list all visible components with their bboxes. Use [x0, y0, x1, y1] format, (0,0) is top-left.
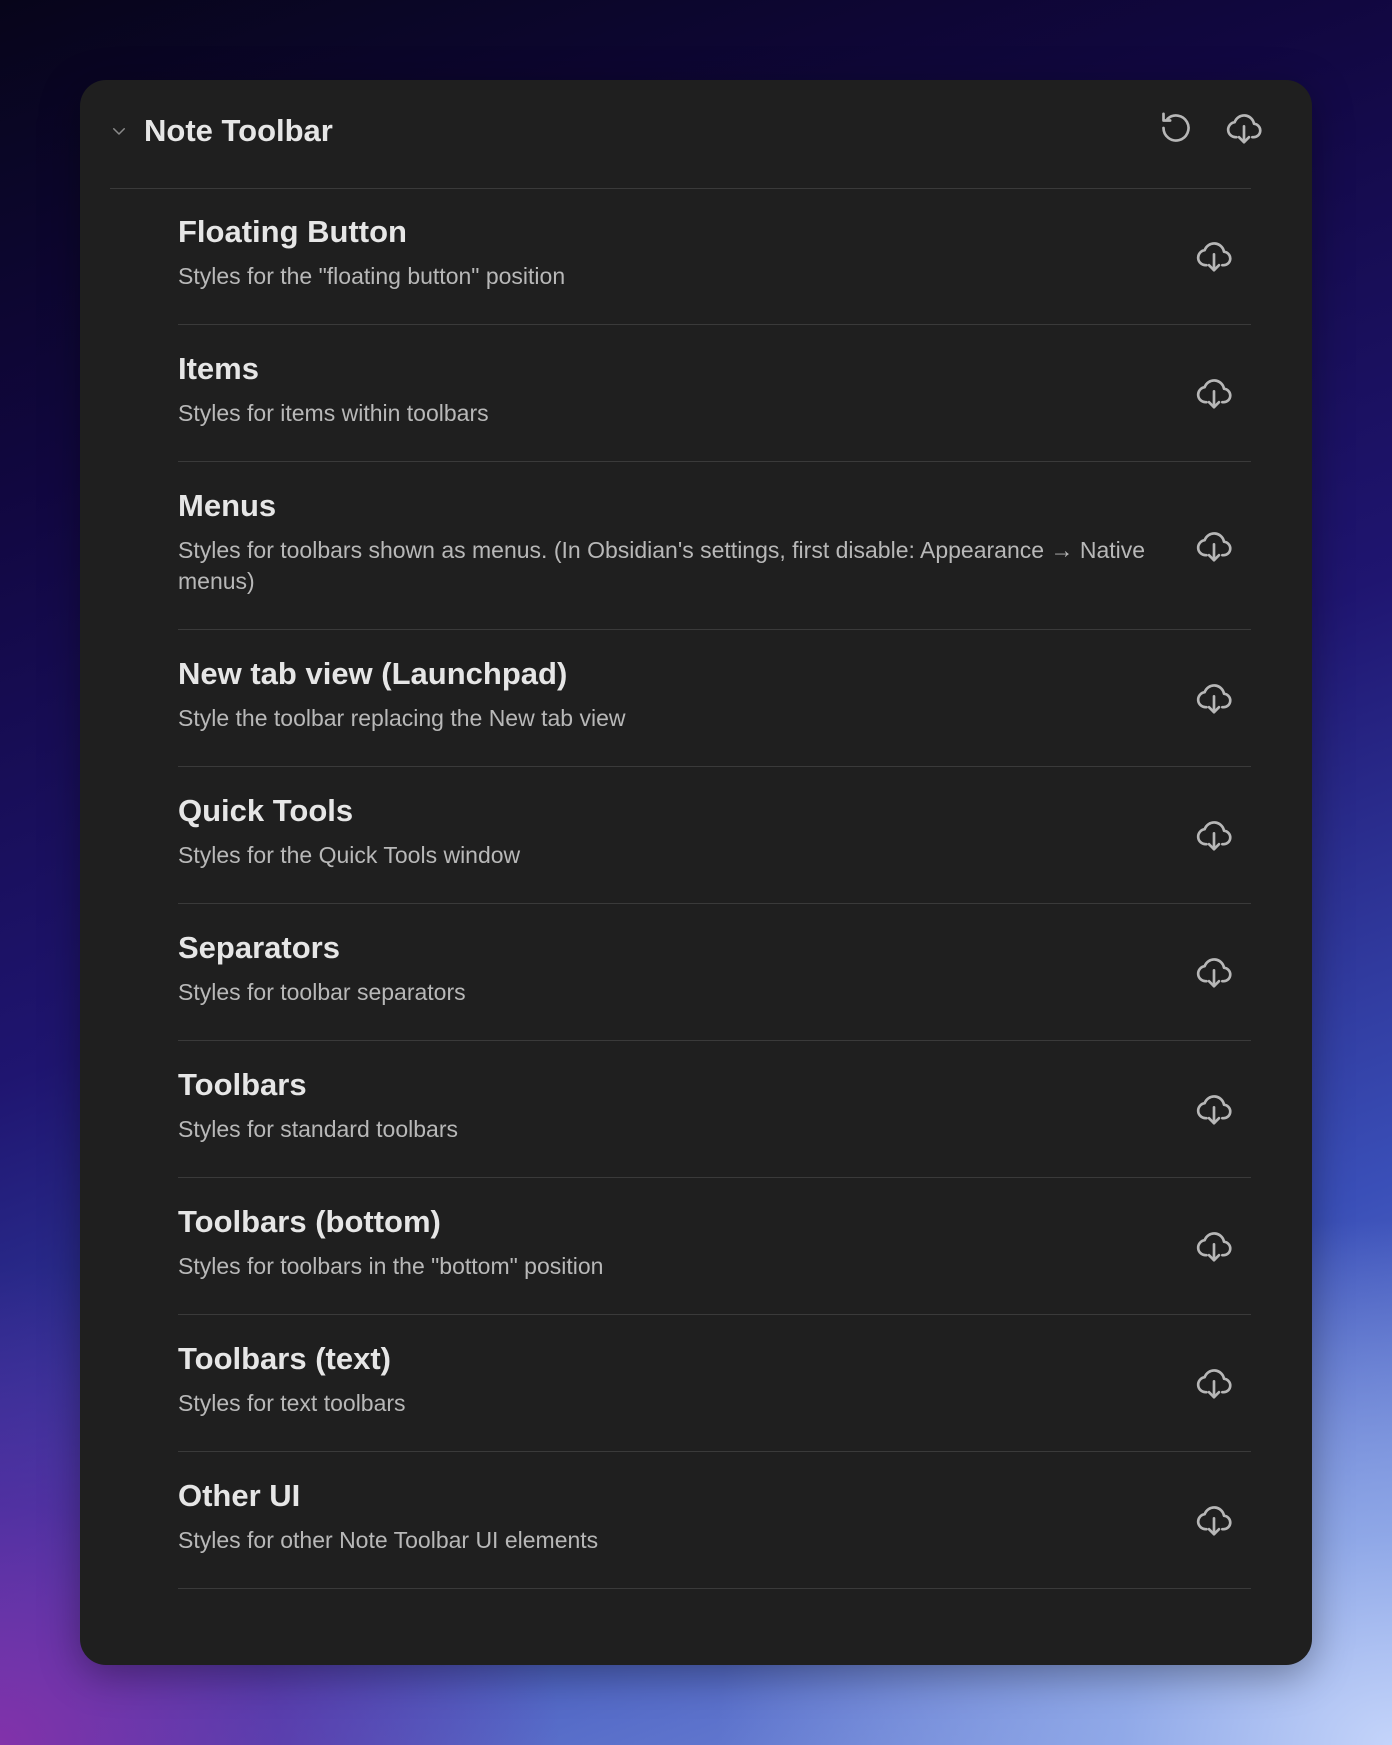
list-item-menus: Menus Styles for toolbars shown as menus…	[178, 462, 1251, 630]
item-title: Menus	[178, 488, 277, 523]
item-description: Styles for toolbars shown as menus. (In …	[178, 537, 1146, 594]
list-item-other-ui: Other UI Styles for other Note Toolbar U…	[178, 1452, 1251, 1589]
cloud-download-icon[interactable]	[1194, 236, 1234, 276]
list-item-toolbars: Toolbars Styles for standard toolbars	[178, 1041, 1251, 1178]
item-description: Styles for items within toolbars	[178, 400, 489, 426]
item-title: Floating Button	[178, 214, 407, 249]
chevron-down-icon[interactable]	[110, 122, 128, 140]
list-item-separators: Separators Styles for toolbar separators	[178, 904, 1251, 1041]
cloud-download-icon[interactable]	[1194, 1363, 1234, 1403]
item-description: Style the toolbar replacing the New tab …	[178, 705, 626, 731]
cloud-download-icon[interactable]	[1194, 952, 1234, 992]
list-item-toolbars-text: Toolbars (text) Styles for text toolbars	[178, 1315, 1251, 1452]
cloud-download-icon[interactable]	[1194, 1226, 1234, 1266]
item-description: Styles for other Note Toolbar UI element…	[178, 1527, 599, 1553]
item-title: Toolbars (bottom)	[178, 1204, 441, 1239]
item-description: Styles for toolbar separators	[178, 979, 466, 1005]
item-description: Styles for the Quick Tools window	[178, 842, 521, 868]
cloud-download-icon[interactable]	[1224, 108, 1264, 148]
list-item-toolbars-bottom: Toolbars (bottom) Styles for toolbars in…	[178, 1178, 1251, 1315]
cloud-download-icon[interactable]	[1194, 1500, 1234, 1540]
list-item-quick-tools: Quick Tools Styles for the Quick Tools w…	[178, 767, 1251, 904]
list-item-new-tab-view: New tab view (Launchpad) Style the toolb…	[178, 630, 1251, 767]
section-title[interactable]: Note Toolbar	[144, 112, 333, 149]
style-list: Floating Button Styles for the "floating…	[178, 188, 1251, 1589]
item-description: Styles for the "floating button" positio…	[178, 263, 566, 289]
item-title: Other UI	[178, 1478, 301, 1513]
item-description: Styles for text toolbars	[178, 1390, 406, 1416]
item-title: Separators	[178, 930, 340, 965]
item-description: Styles for toolbars in the "bottom" posi…	[178, 1253, 604, 1279]
section-header: Note Toolbar	[110, 80, 1262, 189]
item-title: New tab view (Launchpad)	[178, 656, 568, 691]
item-description: Styles for standard toolbars	[178, 1116, 458, 1142]
reset-icon[interactable]	[1156, 108, 1196, 148]
settings-panel: Note Toolbar Floating Button Styles for …	[80, 80, 1312, 1665]
cloud-download-icon[interactable]	[1194, 678, 1234, 718]
cloud-download-icon[interactable]	[1194, 526, 1234, 566]
cloud-download-icon[interactable]	[1194, 815, 1234, 855]
list-item-items: Items Styles for items within toolbars	[178, 325, 1251, 462]
item-title: Toolbars	[178, 1067, 307, 1102]
item-title: Items	[178, 351, 259, 386]
cloud-download-icon[interactable]	[1194, 373, 1234, 413]
list-item-floating-button: Floating Button Styles for the "floating…	[178, 188, 1251, 325]
cloud-download-icon[interactable]	[1194, 1089, 1234, 1129]
item-title: Quick Tools	[178, 793, 354, 828]
item-title: Toolbars (text)	[178, 1341, 391, 1376]
